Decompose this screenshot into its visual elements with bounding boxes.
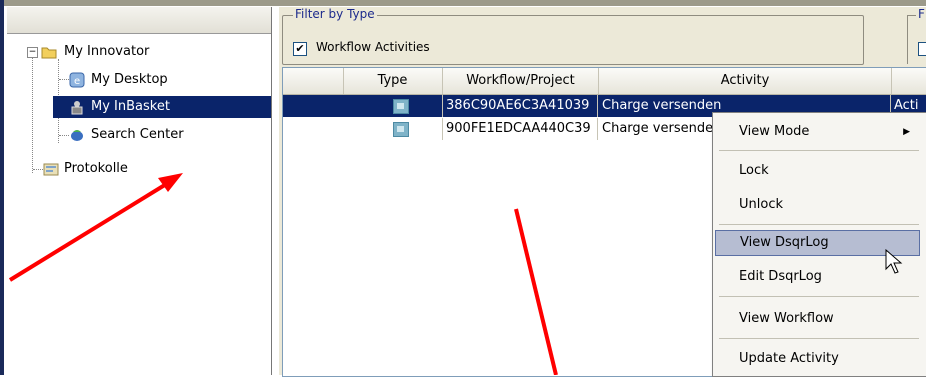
filter-legend: Filter by Type bbox=[293, 7, 377, 21]
workflow-activity-icon bbox=[393, 122, 409, 137]
filter-group-partial: F bbox=[907, 7, 926, 64]
submenu-arrow-icon: ▶ bbox=[903, 127, 910, 137]
workflow-activities-checkbox[interactable]: ✔ bbox=[293, 42, 307, 56]
menu-separator bbox=[719, 150, 919, 151]
column-header-blank[interactable] bbox=[283, 68, 344, 94]
check-icon: ✔ bbox=[295, 42, 305, 55]
tree-node-protokolle[interactable]: Protokolle bbox=[7, 158, 271, 180]
folder-icon bbox=[41, 47, 57, 59]
grid-header: Type Workflow/Project Activity bbox=[283, 68, 926, 95]
tree-header bbox=[7, 7, 271, 34]
collapse-icon[interactable]: − bbox=[27, 47, 38, 58]
menu-item-label: View Mode bbox=[739, 124, 810, 139]
tree-label: My InBasket bbox=[91, 99, 170, 114]
tree-node-my-inbasket[interactable]: My InBasket bbox=[53, 96, 271, 118]
menu-item-update-activity[interactable]: Update Activity bbox=[715, 346, 920, 372]
workflow-activities-label: Workflow Activities bbox=[316, 40, 430, 54]
tree-node-search-center[interactable]: Search Center bbox=[7, 124, 271, 146]
tree-label-protokolle: Protokolle bbox=[64, 161, 128, 176]
menu-item-view-workflow[interactable]: View Workflow bbox=[715, 306, 920, 332]
workflow-activity-icon bbox=[393, 99, 409, 114]
window-top-border bbox=[0, 0, 926, 6]
window-left-border bbox=[0, 0, 4, 375]
tree-label-my-innovator: My Innovator bbox=[64, 44, 150, 59]
menu-separator bbox=[719, 224, 919, 225]
svg-text:e: e bbox=[74, 76, 80, 87]
tree-node-my-innovator[interactable]: − My Innovator bbox=[7, 41, 271, 63]
menu-item-view-mode[interactable]: View Mode ▶ bbox=[715, 119, 920, 145]
workflow-cell: 386C90AE6C3A41039 bbox=[443, 95, 598, 117]
column-header-type[interactable]: Type bbox=[343, 68, 443, 94]
inbasket-icon bbox=[71, 101, 83, 115]
menu-separator bbox=[719, 338, 919, 339]
tree-label: My Desktop bbox=[91, 72, 168, 87]
menu-item-lock[interactable]: Lock bbox=[715, 158, 920, 184]
column-header-extra[interactable] bbox=[892, 68, 926, 94]
menu-separator bbox=[719, 296, 919, 297]
column-header-activity[interactable]: Activity bbox=[599, 68, 892, 94]
column-header-workflow[interactable]: Workflow/Project bbox=[443, 68, 599, 94]
tree-label: Search Center bbox=[91, 127, 184, 142]
mouse-cursor-icon bbox=[885, 249, 903, 274]
desktop-icon: e bbox=[69, 72, 85, 88]
filter-by-type-group: Filter by Type ✔ Workflow Activities bbox=[282, 7, 864, 65]
menu-item-unlock[interactable]: Unlock bbox=[715, 192, 920, 218]
search-center-icon bbox=[71, 130, 83, 141]
type-cell bbox=[283, 95, 443, 117]
context-menu: View Mode ▶ Lock Unlock View DsqrLog Edi… bbox=[712, 112, 926, 377]
filter-checkbox-partial[interactable] bbox=[918, 42, 926, 56]
tree-panel: − My Innovator e My Desktop My InBasket … bbox=[7, 7, 272, 375]
filter-legend-partial: F bbox=[916, 7, 926, 21]
workflow-cell: 900FE1EDCAA440C39 bbox=[443, 118, 598, 140]
protokolle-icon bbox=[43, 163, 59, 176]
tree-node-my-desktop[interactable]: e My Desktop bbox=[7, 69, 271, 91]
type-cell bbox=[283, 118, 443, 140]
